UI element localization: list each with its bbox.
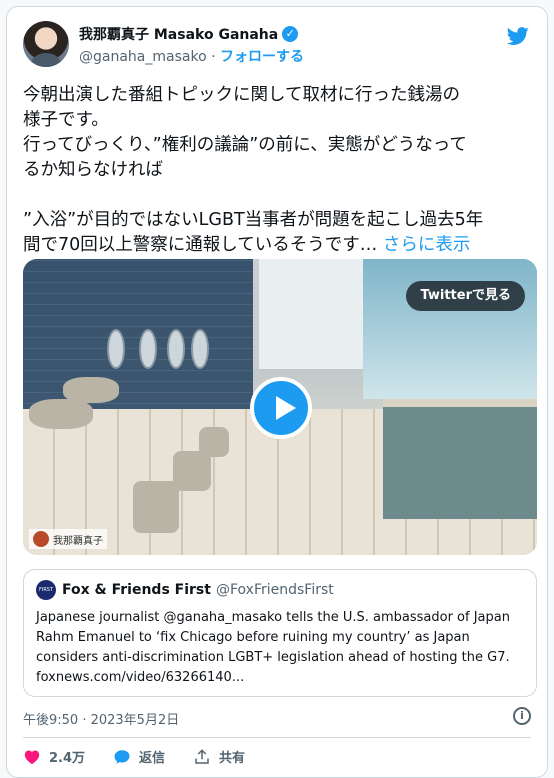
tweet-line: ”入浴”が目的ではないLGBT当事者が問題を起こし過去5年 [23,210,484,230]
quoted-author-avatar: FIRST [36,580,56,600]
wash-basin-stack [63,377,119,403]
mirror [107,329,125,369]
tweet-card: 我那覇真子 Masako Ganaha ✓ @ganaha_masako · フ… [6,6,548,778]
tweet-line: 間で70回以上警察に通報しているそうです… さらに表示 [23,233,535,258]
tweet-timestamp[interactable]: 午後9:50 · 2023年5月2日 [23,709,179,728]
tweet-text: 今朝出演した番組トピックに関して取材に行った銭湯の 様子です。 行ってびっくり、… [23,83,535,258]
quoted-author-handle: @FoxFriendsFirst [215,582,334,598]
mirror [139,329,157,369]
bathhouse-tub [383,399,537,519]
bathhouse-window [253,259,373,369]
tweet-line-text: 間で70回以上警察に通報しているそうです… [23,235,378,255]
reply-bubble-icon [114,749,130,764]
bath-stool [133,481,179,533]
quoted-line: Rahm Emanuel to ‘fix Chicago before ruin… [36,630,470,645]
share-icon [195,748,209,764]
author-name[interactable]: 我那覇真子 Masako Ganaha [79,24,278,44]
tweet-line: 様子です。 [23,110,109,130]
mirror [191,329,209,369]
tweet-line: るか知らなければ [23,160,163,180]
author-handle-row: @ganaha_masako · フォローする [79,46,304,66]
heart-icon [24,750,40,764]
quoted-line: Japanese journalist @ganaha_masako tells… [36,610,510,625]
tweet-header: 我那覇真子 Masako Ganaha ✓ @ganaha_masako · フ… [23,19,531,67]
action-bar: 2.4万 返信 共有 [23,747,273,766]
show-more-link[interactable]: さらに表示 [383,235,471,255]
reply-button[interactable]: 返信 [113,747,165,766]
quoted-link: foxnews.com/video/63266140... [36,670,245,685]
bath-stool [199,427,229,457]
like-button[interactable]: 2.4万 [23,747,85,766]
divider [23,737,531,738]
share-label: 共有 [219,751,246,766]
bathhouse-mural [363,259,537,399]
tweet-line: 行ってびっくり、”権利の議論”の前に、実態がどうなって [23,135,467,155]
twitter-bird-icon[interactable] [507,25,529,47]
quoted-tweet-text: Japanese journalist @ganaha_masako tells… [36,608,524,688]
mirror [167,329,185,369]
bath-stool [173,451,211,491]
watermark-text: 我那覇真子 [53,535,103,547]
share-button[interactable]: 共有 [193,747,245,766]
tweet-line: 今朝出演した番組トピックに関して取材に行った銭湯の [23,85,460,105]
quoted-tweet[interactable]: FIRST Fox & Friends First @FoxFriendsFir… [23,569,537,697]
quoted-tweet-header: FIRST Fox & Friends First @FoxFriendsFir… [36,580,524,600]
video-watermark: 我那覇真子 [29,529,107,549]
watermark-logo-icon [33,531,49,547]
like-count: 2.4万 [49,751,86,766]
author-name-row: 我那覇真子 Masako Ganaha ✓ [79,24,299,44]
verified-badge-icon: ✓ [282,26,299,42]
quoted-line: considers anti-discrimination LGBT+ legi… [36,650,510,665]
watch-on-twitter-button[interactable]: Twitterで見る [406,281,525,311]
video-player[interactable]: Twitterで見る 我那覇真子 [23,259,537,555]
author-avatar[interactable] [23,21,69,67]
info-icon[interactable]: i [513,707,531,725]
play-icon[interactable] [250,377,312,439]
reply-label: 返信 [139,751,166,766]
wash-basin-stack [29,399,93,429]
handle-separator: · [211,49,216,65]
author-handle[interactable]: @ganaha_masako [79,49,207,65]
quoted-author-name: Fox & Friends First [62,582,211,598]
follow-button[interactable]: フォローする [220,49,304,65]
